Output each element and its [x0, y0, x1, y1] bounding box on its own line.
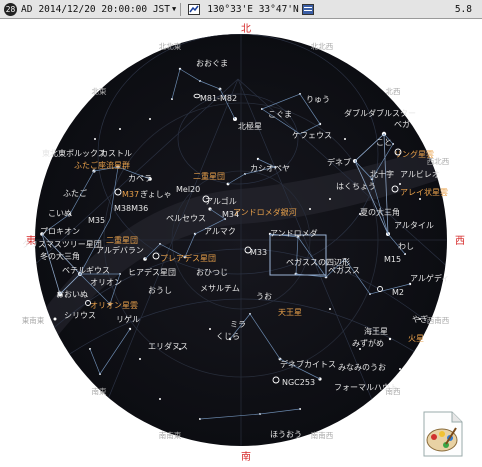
label-double-cluster: 二重星団 — [193, 171, 225, 181]
label-pegasus: ペガスス — [328, 265, 360, 275]
label-northern-cross: 北十字 — [370, 169, 394, 179]
label-winter-triangle: 冬の大三角 — [40, 251, 80, 261]
label-canis-minor: こいぬ — [48, 209, 72, 218]
label-neptune: 海王星 — [364, 326, 388, 336]
label-hyades: ヒアデス星団 — [128, 267, 176, 277]
label-almach: アルマク — [204, 227, 236, 236]
label-algol: アルゴル — [205, 196, 237, 206]
label-piscis-austrinus: みなみのうお — [338, 363, 386, 372]
label-castor: カストル — [100, 149, 132, 158]
label-orion-nebula: オリオン星雲 — [90, 301, 138, 310]
label-m35: M35 — [88, 216, 105, 225]
label-lyra: こと — [376, 138, 392, 147]
label-summer-triangle: 夏の大三角 — [360, 207, 400, 217]
label-m81: M81-M82 — [200, 94, 237, 103]
nnw-label: 北北西 — [311, 42, 334, 51]
label-capella: カペラ — [128, 174, 152, 183]
label-ooguma: おおぐま — [196, 59, 228, 68]
label-ryuu: りゅう — [306, 95, 330, 104]
label-cygnus: はくちょう — [336, 182, 376, 191]
circle-badge-icon[interactable]: 28 — [4, 2, 17, 16]
wsw-label: 西南西 — [427, 315, 450, 325]
sse-label: 南南東 — [159, 430, 182, 440]
label-christmas-tree: クリスマスツリー星団 — [22, 240, 102, 249]
ese-label: 東南東 — [22, 315, 45, 325]
label-mesarthim: メサルチム — [200, 284, 240, 293]
label-aries: おひつじ — [196, 268, 228, 277]
flag-icon[interactable] — [301, 3, 314, 15]
label-mars: 火星 — [408, 334, 424, 343]
label-m37: M37 — [122, 190, 139, 199]
label-polaris: 北極星 — [238, 121, 262, 131]
label-cepheus: ケフェウス — [292, 131, 332, 140]
coordinate-readout[interactable]: 130°33'E 33°47'N — [207, 4, 299, 15]
label-rigel: リゲル — [116, 314, 140, 324]
sky-chart[interactable]: 北 南 東 西 北北東 北北西 北東 北西 西北西 西南西 東南東 南東 南西 … — [0, 19, 482, 463]
toolbar-divider — [180, 2, 182, 16]
label-deneb-kaitos: デネブカイトス — [280, 359, 336, 369]
label-aldebaran: アルデバラン — [96, 245, 144, 255]
label-mel20: Mel20 — [176, 185, 200, 194]
label-altair: アルタイル — [394, 221, 434, 230]
label-andromeda-galaxy: アンドロメダ銀河 — [233, 207, 297, 217]
se-label: 南東 — [92, 386, 107, 396]
label-capricornus: やぎ — [412, 314, 428, 324]
label-pisces: うお — [256, 292, 272, 301]
north-label: 北 — [241, 23, 251, 35]
label-cetus: くじら — [216, 332, 240, 341]
label-m38m36: M38M36 — [114, 204, 148, 213]
palette-app-icon[interactable] — [418, 410, 468, 458]
toolbar: 28 AD 2014/12/20 20:00:00 JST ▼ 130°33'E… — [0, 0, 482, 19]
label-mira: ミラ — [230, 320, 246, 329]
label-m2: M2 — [392, 288, 404, 297]
south-label: 南 — [241, 450, 251, 463]
ne-label: 北東 — [92, 86, 107, 96]
label-double-double: ダブルダブルスター — [344, 108, 416, 118]
label-perseus: ペルセウス — [166, 214, 206, 223]
label-procyon: プロキオン — [40, 227, 80, 236]
sky-chart-area: 北 南 東 西 北北東 北北西 北東 北西 西北西 西南西 東南東 南東 南西 … — [0, 19, 482, 463]
label-pleiades: プレアデス星団 — [160, 253, 216, 263]
label-betelgeuse: ベテルギウス — [62, 266, 110, 275]
label-ngc253: NGC253 — [282, 378, 315, 387]
datetime-field[interactable]: 2014/12/20 20:00:00 JST — [38, 4, 170, 15]
label-orion: オリオン — [90, 278, 122, 287]
label-geminids: ふたご座流星群 — [74, 160, 130, 170]
label-algedi: アルゲディ — [410, 273, 449, 283]
label-pollux: 東北東ポルックス — [42, 148, 106, 158]
label-m15: M15 — [384, 255, 401, 264]
label-m33: M33 — [250, 248, 267, 257]
label-deneb: デネブ — [327, 157, 351, 167]
label-aquarius: みずがめ — [352, 338, 384, 348]
era-label: AD — [21, 3, 33, 15]
west-label: 西 — [455, 236, 465, 247]
label-double-cluster-2: 二重星団 — [106, 235, 138, 245]
ssw-label: 南南西 — [311, 430, 334, 440]
label-eridanus: エリダヌス — [148, 341, 188, 351]
label-koguma: こぐま — [268, 110, 292, 119]
label-dumbbell: アレイ状星雲 — [400, 187, 448, 197]
display-toggle-icon[interactable] — [188, 3, 201, 15]
label-canis-major: おおいぬ — [56, 290, 88, 299]
nw-label: 北西 — [386, 87, 401, 96]
label-cassiopeia: カシオペヤ — [250, 164, 290, 173]
label-andromeda: アンドロメダ — [270, 228, 318, 238]
datetime-dropdown-icon[interactable]: ▼ — [172, 5, 176, 13]
label-sirius: シリウス — [64, 311, 96, 320]
label-phoenix: ほうおう — [270, 430, 302, 439]
label-fomalhaut: フォーマルハウト — [334, 383, 398, 392]
magnitude-readout[interactable]: 5.8 — [455, 4, 472, 15]
label-auriga: ぎょしゃ — [140, 189, 172, 199]
label-vega: ベガ — [394, 119, 410, 129]
label-taurus: おうし — [148, 286, 172, 295]
label-uranus: 天王星 — [278, 308, 302, 317]
nne-label: 北北東 — [159, 41, 182, 51]
label-gemini: ふたご — [63, 188, 87, 198]
label-aquila: わし — [398, 242, 414, 251]
label-albireo: アルビレオ — [400, 170, 440, 179]
